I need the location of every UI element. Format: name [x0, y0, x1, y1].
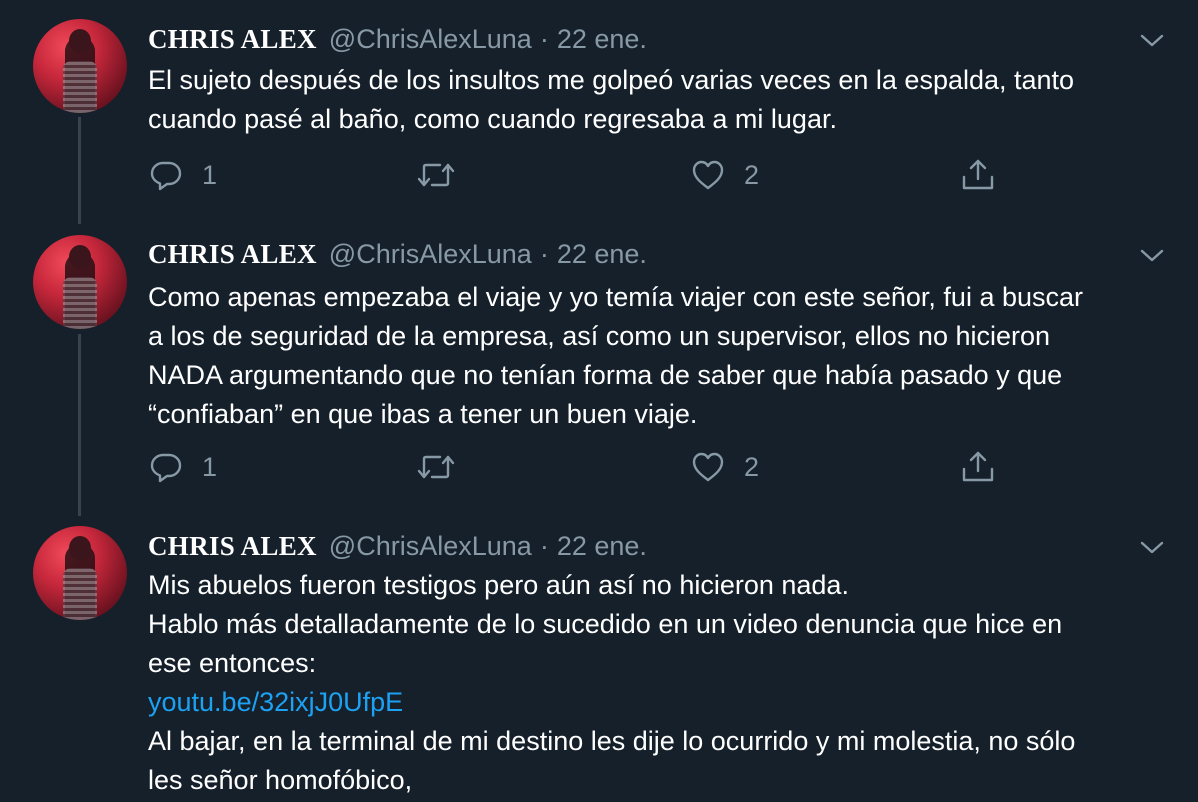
- share-button[interactable]: [960, 157, 996, 193]
- tweet-line: NADA argumentando que no tenían forma de…: [148, 360, 1063, 390]
- like-button[interactable]: 2: [690, 157, 759, 193]
- separator-dot: ·: [539, 23, 549, 54]
- avatar-head: [69, 245, 91, 269]
- author-name[interactable]: CHRIS ALEX: [148, 531, 317, 562]
- heart-icon: [692, 452, 724, 482]
- tweet-3[interactable]: CHRIS ALEX @ChrisAlexLuna · 22 ene. Mis …: [0, 516, 1198, 802]
- timestamp[interactable]: 22 ene.: [557, 531, 647, 562]
- reply-count: 1: [202, 159, 218, 190]
- tweet-link[interactable]: youtu.be/32ixjJ0UfpE: [148, 683, 1158, 722]
- tweet-line: les señor homofóbico,: [148, 765, 413, 795]
- author-name[interactable]: CHRIS ALEX: [148, 239, 317, 270]
- avatar[interactable]: [33, 235, 127, 329]
- thread-line: [78, 117, 81, 224]
- author-handle[interactable]: @ChrisAlexLuna: [329, 531, 532, 562]
- chevron-down-icon[interactable]: [1138, 241, 1166, 269]
- avatar-head: [69, 29, 91, 53]
- tweet-text: Como apenas empezaba el viaje y yo temía…: [148, 278, 1158, 434]
- tweet-text: El sujeto después de los insultos me gol…: [148, 61, 1158, 139]
- timestamp[interactable]: 22 ene.: [557, 239, 647, 270]
- tweet-line: ese entonces:: [148, 648, 317, 678]
- retweet-icon: [417, 455, 455, 479]
- separator-dot: ·: [539, 238, 549, 269]
- tweet-line: Como apenas empezaba el viaje y yo temía…: [148, 282, 1084, 312]
- tweet-line: Hablo más detalladamente de lo sucedido …: [148, 609, 1063, 639]
- share-icon: [962, 451, 994, 482]
- like-count: 2: [744, 159, 760, 190]
- tweet-header: CHRIS ALEX @ChrisAlexLuna · 22 ene.: [148, 237, 647, 271]
- reply-button[interactable]: 1: [148, 157, 217, 193]
- like-button[interactable]: 2: [690, 449, 759, 485]
- author-handle[interactable]: @ChrisAlexLuna: [329, 24, 532, 55]
- chevron-down-icon[interactable]: [1138, 26, 1166, 54]
- like-count: 2: [744, 451, 760, 482]
- tweet-header: CHRIS ALEX @ChrisAlexLuna · 22 ene.: [148, 529, 647, 563]
- reply-icon: [150, 161, 182, 191]
- reply-button[interactable]: 1: [148, 449, 217, 485]
- avatar-shirt: [63, 277, 97, 329]
- reply-icon: [150, 453, 182, 483]
- tweet-line: cuando pasé al baño, como cuando regresa…: [148, 104, 837, 134]
- retweet-icon: [417, 163, 455, 187]
- timestamp[interactable]: 22 ene.: [557, 24, 647, 55]
- tweet-line: El sujeto después de los insultos me gol…: [148, 65, 1075, 95]
- author-handle[interactable]: @ChrisAlexLuna: [329, 239, 532, 270]
- share-icon: [962, 159, 994, 190]
- share-button[interactable]: [960, 449, 996, 485]
- avatar[interactable]: [33, 19, 127, 113]
- avatar-shirt: [63, 61, 97, 113]
- tweet-text: Mis abuelos fueron testigos pero aún así…: [148, 566, 1158, 800]
- tweet-2[interactable]: CHRIS ALEX @ChrisAlexLuna · 22 ene. Como…: [0, 224, 1198, 516]
- thread-line: [78, 334, 81, 516]
- avatar-head: [69, 536, 91, 560]
- chevron-down-icon[interactable]: [1138, 533, 1166, 561]
- tweet-actions: 1 2: [148, 157, 1148, 197]
- heart-icon: [692, 160, 724, 190]
- tweet-line: a los de seguridad de la empresa, así co…: [148, 321, 1051, 351]
- tweet-line: “confiaban” en que ibas a tener un buen …: [148, 399, 698, 429]
- author-name[interactable]: CHRIS ALEX: [148, 24, 317, 55]
- reply-count: 1: [202, 451, 218, 482]
- retweet-button[interactable]: [416, 157, 474, 193]
- tweet-actions: 1 2: [148, 449, 1148, 489]
- avatar[interactable]: [33, 526, 127, 620]
- separator-dot: ·: [539, 530, 549, 561]
- tweet-line: Mis abuelos fueron testigos pero aún así…: [148, 570, 849, 600]
- tweet-line: Al bajar, en la terminal de mi destino l…: [148, 726, 1076, 756]
- tweet-1[interactable]: CHRIS ALEX @ChrisAlexLuna · 22 ene. El s…: [0, 0, 1198, 224]
- tweet-header: CHRIS ALEX @ChrisAlexLuna · 22 ene.: [148, 22, 647, 56]
- avatar-shirt: [63, 568, 97, 620]
- retweet-button[interactable]: [416, 449, 474, 485]
